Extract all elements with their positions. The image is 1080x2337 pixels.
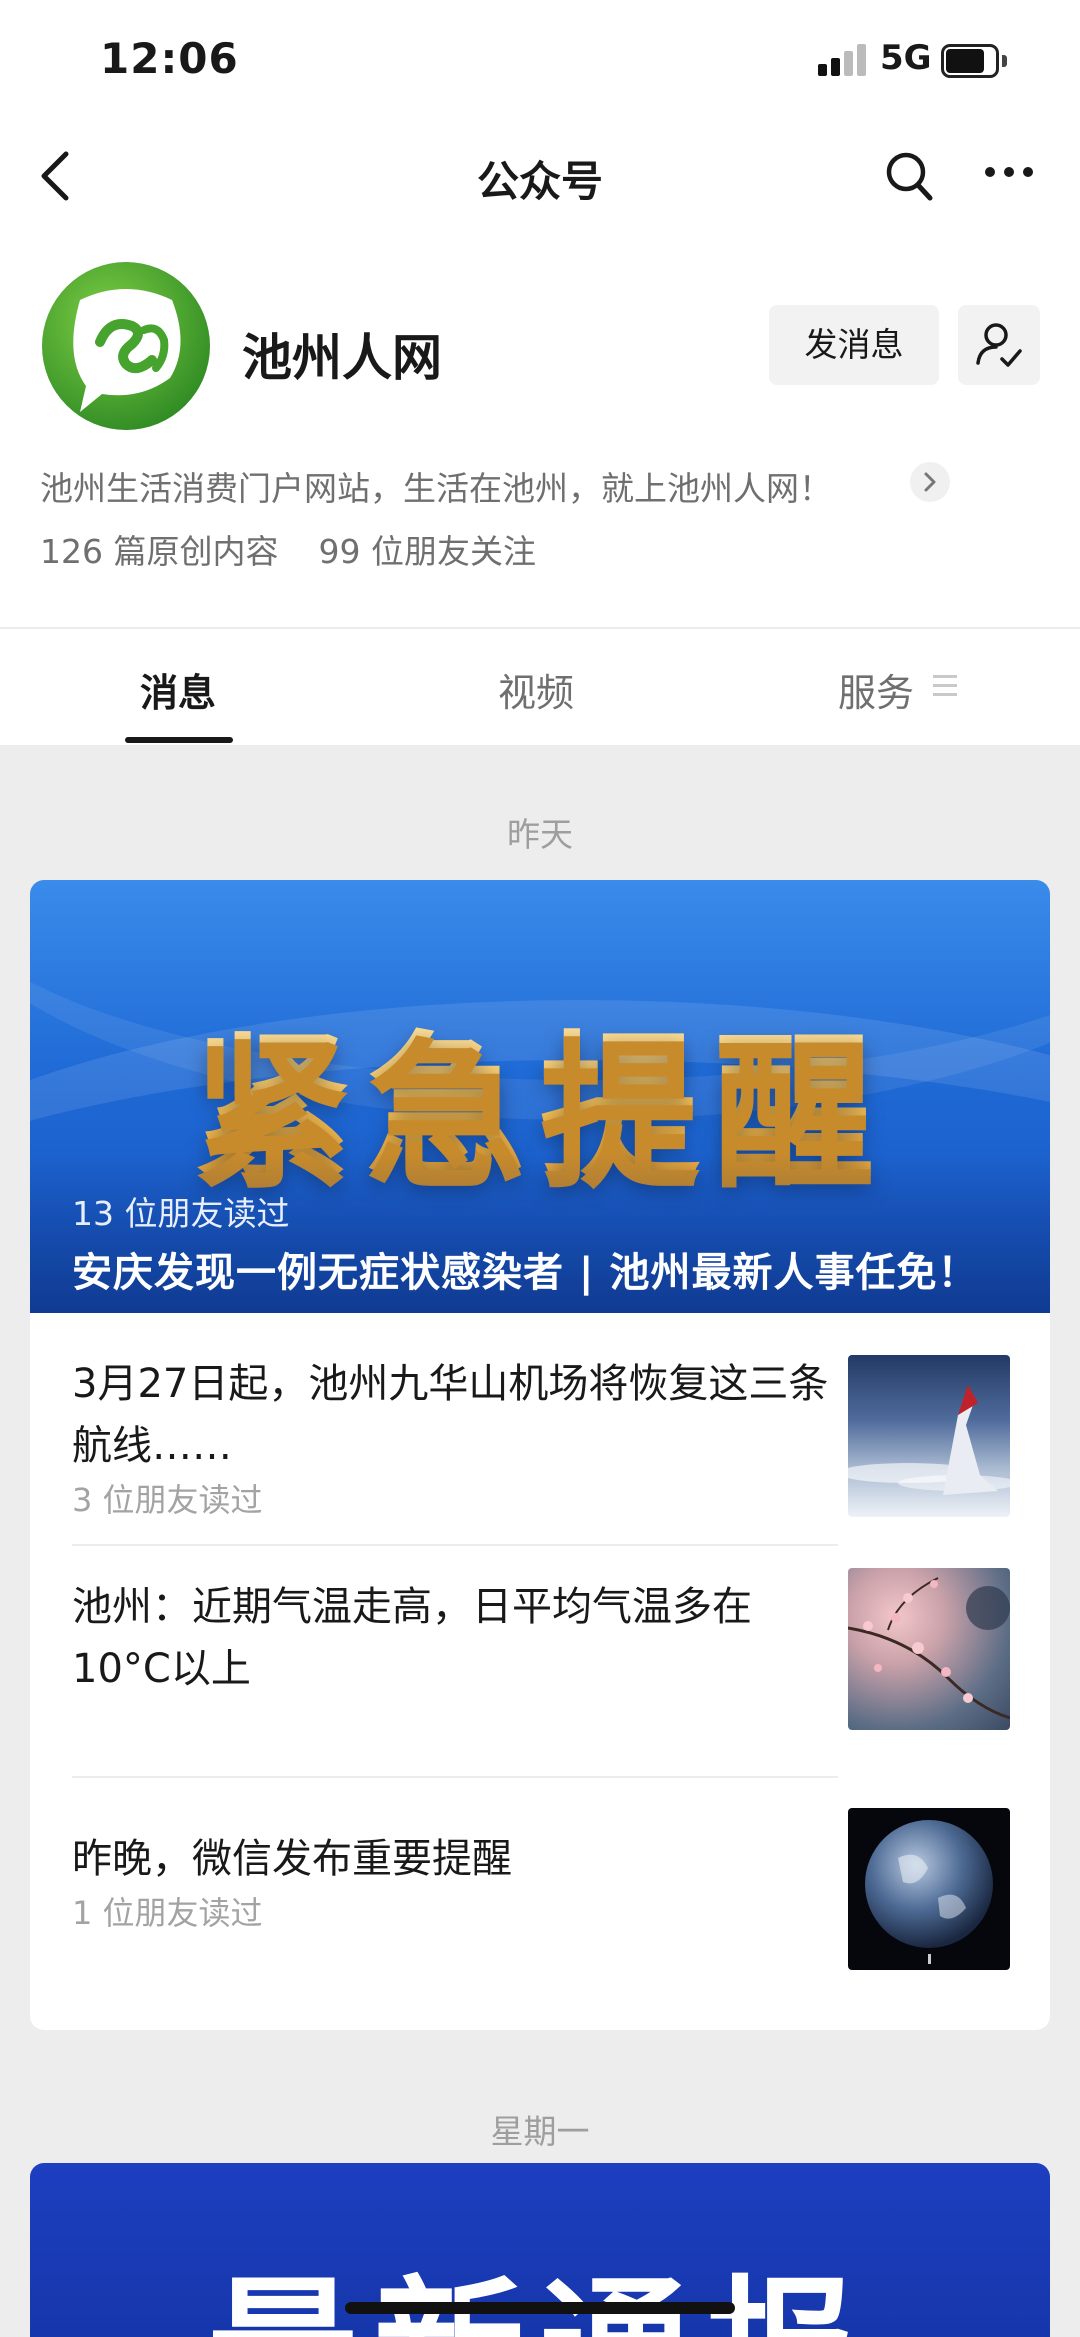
list-item[interactable]: 池州：近期气温走高，日平均气温多在10°C以上 xyxy=(30,1546,1050,1776)
tab-services[interactable]: 服务 xyxy=(838,662,914,717)
search-icon[interactable] xyxy=(884,148,936,204)
article-title: 昨晚，微信发布重要提醒 xyxy=(72,1836,512,1882)
headline-article-banner[interactable]: 紧急提醒 13 位朋友读过 安庆发现一例无症状感染者 | 池州最新人事任免！ xyxy=(30,880,1050,1313)
list-item[interactable]: 3月27日起，池州九华山机场将恢复这三条航线…… 3 位朋友读过 xyxy=(30,1313,1050,1545)
article-read-count: 3 位朋友读过 xyxy=(72,1481,263,1519)
article-read-count: 1 位朋友读过 xyxy=(72,1894,263,1932)
account-description[interactable]: 池州生活消费门户网站，生活在池州，就上池州人网！ xyxy=(40,462,832,510)
banner-image-text: 最新通报 xyxy=(30,2228,1050,2337)
signal-icon xyxy=(818,44,868,76)
nav-bar: 公众号 xyxy=(0,120,1080,230)
friends-following: 99 位朋友关注 xyxy=(318,532,536,571)
list-item[interactable]: 昨晚，微信发布重要提醒 1 位朋友读过 xyxy=(30,1778,1050,2030)
account-stats: 126 篇原创内容 99 位朋友关注 xyxy=(40,525,536,573)
account-name: 池州人网 xyxy=(242,329,442,387)
services-menu-icon xyxy=(933,675,957,699)
status-time: 12:06 xyxy=(100,34,239,83)
tab-messages[interactable]: 消息 xyxy=(140,662,216,717)
send-message-button[interactable]: 发消息 xyxy=(769,305,939,385)
section-divider xyxy=(0,627,1080,629)
date-divider: 昨天 xyxy=(507,815,573,854)
airplane-wing-image xyxy=(848,1355,1010,1517)
user-check-icon xyxy=(976,323,1022,367)
status-bar: 12:06 5G xyxy=(0,0,1080,120)
banner-read-count: 13 位朋友读过 xyxy=(72,1194,290,1233)
home-indicator[interactable] xyxy=(345,2302,735,2314)
account-logo[interactable] xyxy=(40,260,212,432)
article-title: 3月27日起，池州九华山机场将恢复这三条航线…… xyxy=(72,1361,829,1469)
article-title: 池州：近期气温走高，日平均气温多在10°C以上 xyxy=(72,1584,752,1692)
description-expand-icon[interactable] xyxy=(910,462,950,502)
battery-icon xyxy=(941,44,1007,78)
followed-button[interactable] xyxy=(958,305,1040,385)
date-divider: 星期一 xyxy=(490,2112,590,2151)
network-type: 5G xyxy=(880,38,932,78)
active-tab-indicator xyxy=(125,737,233,743)
tab-videos[interactable]: 视频 xyxy=(498,662,574,717)
original-count: 126 篇原创内容 xyxy=(40,532,279,571)
banner-headline: 安庆发现一例无症状感染者 | 池州最新人事任免！ xyxy=(72,1250,979,1296)
article-group-card: 紧急提醒 13 位朋友读过 安庆发现一例无症状感染者 | 池州最新人事任免！ 3… xyxy=(30,880,1050,2030)
earth-image xyxy=(848,1808,1010,1970)
blossom-branch-image xyxy=(848,1568,1010,1730)
more-dots-icon[interactable] xyxy=(984,162,1034,182)
